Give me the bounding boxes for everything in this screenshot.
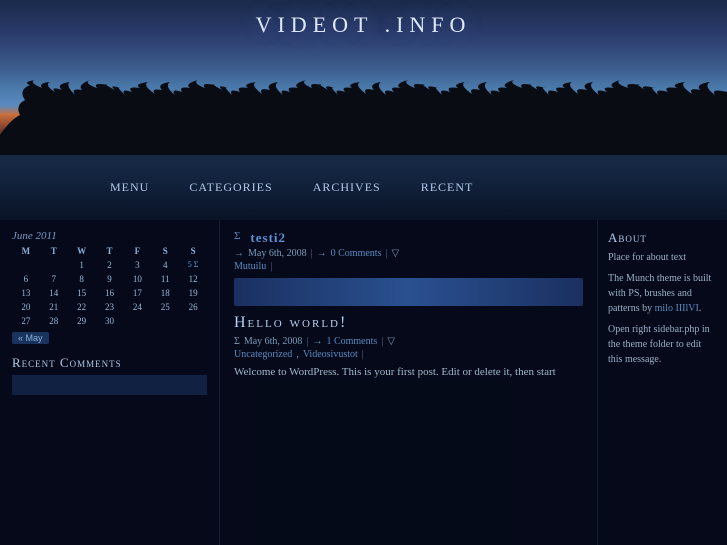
site-header: VIDEOT .INFO MENU CATEGORIES ARCHIVES RE… bbox=[0, 0, 727, 220]
cal-cell: 1 bbox=[68, 258, 96, 272]
cal-hdr-w: W bbox=[68, 246, 96, 256]
post-2-body: Welcome to WordPress. This is your first… bbox=[234, 364, 583, 381]
calendar-prev-btn[interactable]: « May bbox=[12, 332, 49, 344]
calendar-month: June 2011 bbox=[12, 230, 207, 242]
nav-menu[interactable]: MENU bbox=[110, 180, 149, 195]
post-1-category: Mutuilu | bbox=[234, 261, 583, 272]
cal-cell: 7 bbox=[40, 272, 68, 286]
post-2-pipe2: | bbox=[381, 336, 383, 347]
cal-cell: 11 bbox=[151, 272, 179, 286]
post-1-date: May 6th, 2008 bbox=[248, 248, 307, 259]
cal-cell: 10 bbox=[123, 272, 151, 286]
cal-cell: 27 bbox=[12, 314, 40, 328]
cal-cell: 16 bbox=[96, 286, 124, 300]
post-1-nabla: ▽ bbox=[391, 248, 399, 259]
post-1-arrow2: → bbox=[234, 248, 244, 259]
post-1-comments-link[interactable]: 0 Comments bbox=[331, 248, 382, 259]
nav-recent[interactable]: RECENT bbox=[421, 180, 474, 195]
cal-cell bbox=[151, 314, 179, 328]
cal-cell: 6 bbox=[12, 272, 40, 286]
cal-cell bbox=[40, 258, 68, 272]
cal-cell: 4 bbox=[151, 258, 179, 272]
cal-cell: 21 bbox=[40, 300, 68, 314]
recent-comments-title: Recent Comments bbox=[12, 355, 207, 371]
about-title: About bbox=[608, 230, 717, 246]
main-content: Σ testi2 → May 6th, 2008 | → 0 Comments … bbox=[220, 220, 597, 545]
calendar-grid: 1 2 3 4 5 Σ 6 7 8 9 10 11 12 13 14 15 16… bbox=[12, 258, 207, 328]
post-1-arrow3: → bbox=[317, 248, 327, 259]
cal-cell: 13 bbox=[12, 286, 40, 300]
cal-cell: 24 bbox=[123, 300, 151, 314]
post-2-cat2-link[interactable]: Videosivustot bbox=[303, 349, 358, 360]
right-sidebar: About Place for about text The Munch the… bbox=[597, 220, 727, 545]
cal-cell: 20 bbox=[12, 300, 40, 314]
post-2: Hello world! Σ May 6th, 2008 | → 1 Comme… bbox=[234, 314, 583, 381]
post-2-pipe3: | bbox=[362, 349, 364, 360]
post-1-pipe1: | bbox=[311, 248, 313, 259]
post-1-arrow: Σ bbox=[234, 230, 240, 242]
cal-hdr-m: M bbox=[12, 246, 40, 256]
cal-cell bbox=[123, 314, 151, 328]
cal-cell: 12 bbox=[179, 272, 207, 286]
post-1-cat-link[interactable]: Mutuilu bbox=[234, 261, 266, 272]
cal-hdr-t1: T bbox=[40, 246, 68, 256]
cal-hdr-t2: T bbox=[96, 246, 124, 256]
about-line1: Place for about text bbox=[608, 250, 717, 265]
tree-silhouette bbox=[0, 80, 727, 160]
nav-categories[interactable]: CATEGORIES bbox=[189, 180, 272, 195]
recent-comments-box bbox=[12, 375, 207, 395]
nav-bar: MENU CATEGORIES ARCHIVES RECENT bbox=[0, 180, 727, 195]
cal-hdr-f: F bbox=[123, 246, 151, 256]
post-1-title[interactable]: testi2 bbox=[250, 230, 286, 246]
post-1-image bbox=[234, 278, 583, 306]
post-2-cat1-link[interactable]: Uncategorized bbox=[234, 349, 292, 360]
post-1-header: Σ testi2 bbox=[234, 230, 583, 246]
site-title: VIDEOT .INFO bbox=[0, 12, 727, 38]
cal-cell: 8 bbox=[68, 272, 96, 286]
cal-cell: 15 bbox=[68, 286, 96, 300]
calendar-day-headers: M T W T F S S bbox=[12, 246, 207, 256]
cal-cell: 17 bbox=[123, 286, 151, 300]
cal-cell: 9 bbox=[96, 272, 124, 286]
post-2-meta: Σ May 6th, 2008 | → 1 Comments | ▽ bbox=[234, 336, 583, 347]
cal-hdr-s2: S bbox=[179, 246, 207, 256]
about-milo-link[interactable]: milo IIIlVI bbox=[655, 303, 699, 314]
about-body1: The Munch theme is built with PS, brushe… bbox=[608, 271, 717, 316]
post-2-title[interactable]: Hello world! bbox=[234, 314, 583, 332]
post-2-nabla: ▽ bbox=[387, 336, 395, 347]
cal-hdr-s1: S bbox=[151, 246, 179, 256]
cal-cell: 29 bbox=[68, 314, 96, 328]
about-body2: Open right sidebar.php in the theme fold… bbox=[608, 322, 717, 367]
cal-cell bbox=[12, 258, 40, 272]
post-1-meta: → May 6th, 2008 | → 0 Comments | ▽ bbox=[234, 248, 583, 259]
cal-cell bbox=[179, 314, 207, 328]
cal-cell-5: 5 Σ bbox=[179, 258, 207, 272]
cal-cell: 30 bbox=[96, 314, 124, 328]
content-area: June 2011 M T W T F S S 1 2 3 4 5 Σ 6 7 … bbox=[0, 220, 727, 545]
cal-cell: 22 bbox=[68, 300, 96, 314]
cal-cell: 18 bbox=[151, 286, 179, 300]
post-2-arrow: Σ bbox=[234, 336, 240, 347]
cal-cell: 3 bbox=[123, 258, 151, 272]
nav-archives[interactable]: ARCHIVES bbox=[313, 180, 381, 195]
cal-cell: 28 bbox=[40, 314, 68, 328]
post-1-pipe3: | bbox=[270, 261, 272, 272]
cal-cell: 23 bbox=[96, 300, 124, 314]
post-1-pipe2: | bbox=[385, 248, 387, 259]
post-2-arrow2: → bbox=[312, 336, 322, 347]
cal-cell: 14 bbox=[40, 286, 68, 300]
cal-cell: 25 bbox=[151, 300, 179, 314]
post-2-categories: Uncategorized, Videosivustot | bbox=[234, 349, 583, 360]
post-1: Σ testi2 → May 6th, 2008 | → 0 Comments … bbox=[234, 230, 583, 272]
cal-cell: 2 bbox=[96, 258, 124, 272]
left-sidebar: June 2011 M T W T F S S 1 2 3 4 5 Σ 6 7 … bbox=[0, 220, 220, 545]
post-2-comments-link[interactable]: 1 Comments bbox=[326, 336, 377, 347]
post-2-date: May 6th, 2008 bbox=[244, 336, 303, 347]
cal-cell: 19 bbox=[179, 286, 207, 300]
post-2-pipe1: | bbox=[306, 336, 308, 347]
cal-cell: 26 bbox=[179, 300, 207, 314]
